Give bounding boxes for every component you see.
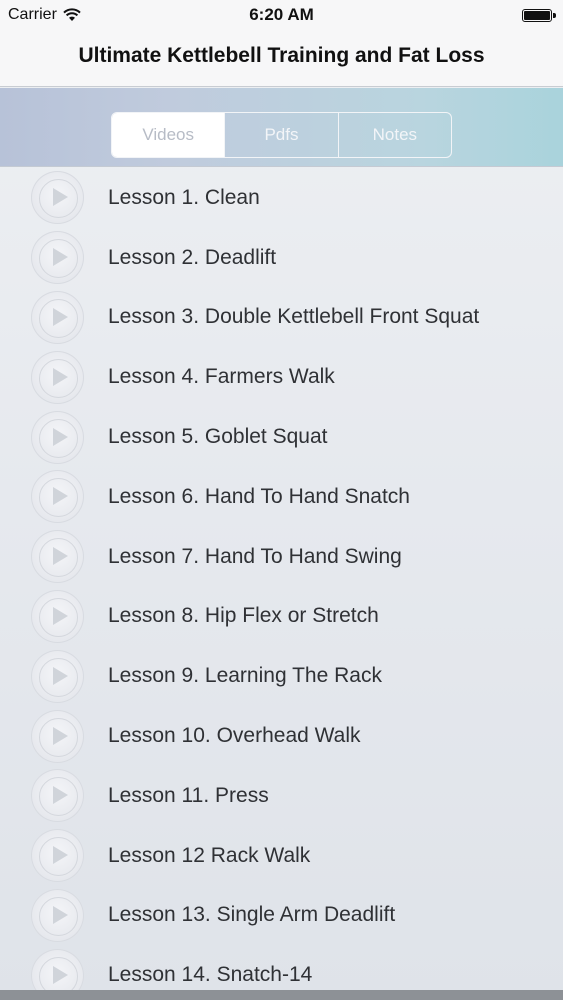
lesson-row-7[interactable]: Lesson 7. Hand To Hand Swing (0, 527, 563, 587)
lesson-row-3[interactable]: Lesson 3. Double Kettlebell Front Squat (0, 288, 563, 348)
play-icon[interactable] (31, 470, 84, 524)
lesson-row-13[interactable]: Lesson 13. Single Arm Deadlift (0, 886, 563, 946)
lesson-label: Lesson 8. Hip Flex or Stretch (108, 604, 379, 628)
lesson-row-8[interactable]: Lesson 8. Hip Flex or Stretch (0, 587, 563, 647)
lesson-label: Lesson 7. Hand To Hand Swing (108, 544, 402, 568)
tab-pdfs[interactable]: Pdfs (225, 113, 339, 157)
play-icon[interactable] (31, 290, 84, 344)
lesson-label: Lesson 6. Hand To Hand Snatch (108, 484, 410, 508)
page-title: Ultimate Kettlebell Training and Fat Los… (78, 44, 485, 67)
segment-bar: Videos Pdfs Notes (0, 88, 563, 167)
lesson-label: Lesson 11. Press (108, 783, 269, 807)
play-icon[interactable] (31, 649, 84, 703)
lesson-row-11[interactable]: Lesson 11. Press (0, 766, 563, 826)
status-time: 6:20 AM (249, 5, 314, 24)
lesson-label: Lesson 14. Snatch-14 (108, 963, 313, 987)
play-icon[interactable] (31, 410, 84, 464)
bottom-divider (0, 990, 563, 1000)
lesson-row-4[interactable]: Lesson 4. Farmers Walk (0, 347, 563, 407)
battery-icon (522, 9, 556, 22)
lesson-row-6[interactable]: Lesson 6. Hand To Hand Snatch (0, 467, 563, 527)
tab-notes[interactable]: Notes (339, 113, 451, 157)
lesson-label: Lesson 12 Rack Walk (108, 843, 311, 867)
battery-fill (524, 11, 550, 20)
play-icon[interactable] (31, 231, 84, 285)
play-icon[interactable] (31, 589, 84, 643)
segmented-control: Videos Pdfs Notes (111, 112, 452, 158)
lesson-row-10[interactable]: Lesson 10. Overhead Walk (0, 706, 563, 766)
play-icon[interactable] (31, 709, 84, 763)
lesson-row-12[interactable]: Lesson 12 Rack Walk (0, 826, 563, 886)
play-icon[interactable] (31, 769, 84, 823)
play-icon[interactable] (31, 350, 84, 404)
play-icon[interactable] (31, 888, 84, 942)
tab-videos[interactable]: Videos (112, 113, 226, 157)
navigation-bar: Ultimate Kettlebell Training and Fat Los… (0, 30, 563, 87)
lesson-label: Lesson 9. Learning The Rack (108, 664, 382, 688)
lesson-label: Lesson 10. Overhead Walk (108, 724, 361, 748)
lesson-label: Lesson 5. Goblet Squat (108, 425, 328, 449)
lesson-list: Lesson 1. Clean Lesson 2. Deadlift Lesso… (0, 168, 563, 1000)
lesson-label: Lesson 4. Farmers Walk (108, 365, 335, 389)
lesson-row-9[interactable]: Lesson 9. Learning The Rack (0, 646, 563, 706)
lesson-row-2[interactable]: Lesson 2. Deadlift (0, 228, 563, 288)
play-icon[interactable] (31, 829, 84, 883)
lesson-row-5[interactable]: Lesson 5. Goblet Squat (0, 407, 563, 467)
play-icon[interactable] (31, 171, 84, 225)
status-bar: Carrier 6:20 AM (0, 0, 563, 30)
play-icon[interactable] (31, 530, 84, 584)
lesson-label: Lesson 1. Clean (108, 185, 260, 209)
lesson-label: Lesson 13. Single Arm Deadlift (108, 903, 396, 927)
lesson-row-1[interactable]: Lesson 1. Clean (0, 168, 563, 228)
lesson-label: Lesson 3. Double Kettlebell Front Squat (108, 305, 480, 329)
lesson-label: Lesson 2. Deadlift (108, 245, 277, 269)
